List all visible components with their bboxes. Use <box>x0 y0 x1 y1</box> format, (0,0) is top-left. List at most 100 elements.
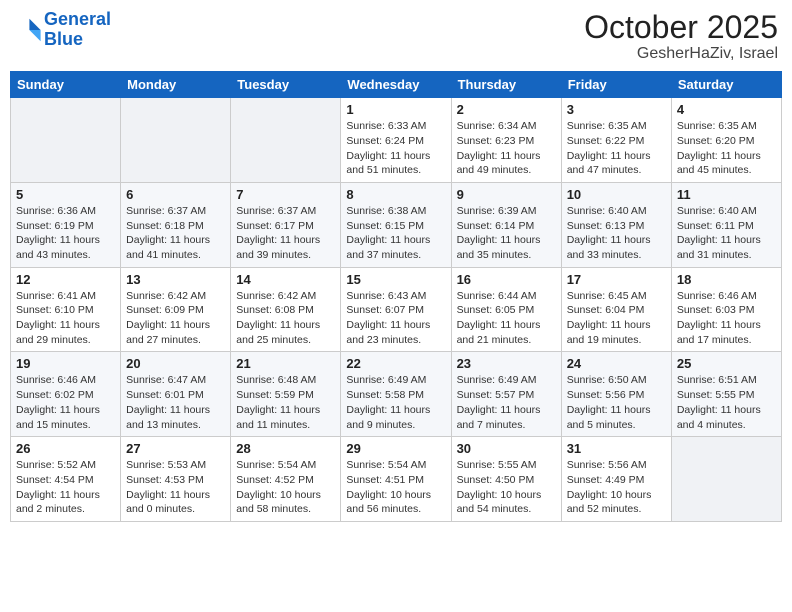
calendar-cell: 7 Sunrise: 6:37 AM Sunset: 6:17 PM Daylig… <box>231 182 341 267</box>
day-number: 5 <box>16 187 115 202</box>
calendar-cell: 14 Sunrise: 6:42 AM Sunset: 6:08 PM Dayli… <box>231 267 341 352</box>
calendar-week-row: 12 Sunrise: 6:41 AM Sunset: 6:10 PM Dayli… <box>11 267 782 352</box>
day-info: Sunrise: 6:40 AM Sunset: 6:11 PM Dayligh… <box>677 204 776 263</box>
day-number: 1 <box>346 102 445 117</box>
calendar-cell: 31 Sunrise: 5:56 AM Sunset: 4:49 PM Dayli… <box>561 437 671 522</box>
calendar-cell: 12 Sunrise: 6:41 AM Sunset: 6:10 PM Dayli… <box>11 267 121 352</box>
calendar-cell: 20 Sunrise: 6:47 AM Sunset: 6:01 PM Dayli… <box>121 352 231 437</box>
day-info: Sunrise: 5:53 AM Sunset: 4:53 PM Dayligh… <box>126 458 225 517</box>
page-header: General Blue October 2025 GesherHaZiv, I… <box>10 10 782 63</box>
day-number: 4 <box>677 102 776 117</box>
day-info: Sunrise: 5:52 AM Sunset: 4:54 PM Dayligh… <box>16 458 115 517</box>
day-info: Sunrise: 6:51 AM Sunset: 5:55 PM Dayligh… <box>677 373 776 432</box>
day-info: Sunrise: 6:40 AM Sunset: 6:13 PM Dayligh… <box>567 204 666 263</box>
day-info: Sunrise: 6:42 AM Sunset: 6:09 PM Dayligh… <box>126 289 225 348</box>
calendar-week-row: 1 Sunrise: 6:33 AM Sunset: 6:24 PM Daylig… <box>11 98 782 183</box>
calendar-cell: 18 Sunrise: 6:46 AM Sunset: 6:03 PM Dayli… <box>671 267 781 352</box>
day-info: Sunrise: 6:34 AM Sunset: 6:23 PM Dayligh… <box>457 119 556 178</box>
day-number: 23 <box>457 356 556 371</box>
day-number: 21 <box>236 356 335 371</box>
day-info: Sunrise: 6:45 AM Sunset: 6:04 PM Dayligh… <box>567 289 666 348</box>
calendar-cell: 23 Sunrise: 6:49 AM Sunset: 5:57 PM Dayli… <box>451 352 561 437</box>
calendar-cell: 28 Sunrise: 5:54 AM Sunset: 4:52 PM Dayli… <box>231 437 341 522</box>
day-number: 7 <box>236 187 335 202</box>
logo-line2: Blue <box>44 29 83 49</box>
calendar-cell: 24Sunrise: 6:50 AM Sunset: 5:56 PM Dayli… <box>561 352 671 437</box>
day-info: Sunrise: 5:54 AM Sunset: 4:52 PM Dayligh… <box>236 458 335 517</box>
day-number: 20 <box>126 356 225 371</box>
location-title: GesherHaZiv, Israel <box>584 45 778 63</box>
day-number: 8 <box>346 187 445 202</box>
day-info: Sunrise: 6:46 AM Sunset: 6:03 PM Dayligh… <box>677 289 776 348</box>
logo-icon <box>14 16 42 44</box>
calendar-cell: 4Sunrise: 6:35 AM Sunset: 6:20 PM Daylig… <box>671 98 781 183</box>
weekday-header: Sunday <box>11 72 121 98</box>
calendar-week-row: 5Sunrise: 6:36 AM Sunset: 6:19 PM Daylig… <box>11 182 782 267</box>
calendar-cell: 10 Sunrise: 6:40 AM Sunset: 6:13 PM Dayli… <box>561 182 671 267</box>
month-title: October 2025 <box>584 10 778 45</box>
day-number: 14 <box>236 272 335 287</box>
weekday-header: Friday <box>561 72 671 98</box>
calendar-cell: 22Sunrise: 6:49 AM Sunset: 5:58 PM Dayli… <box>341 352 451 437</box>
day-info: Sunrise: 6:44 AM Sunset: 6:05 PM Dayligh… <box>457 289 556 348</box>
day-info: Sunrise: 6:41 AM Sunset: 6:10 PM Dayligh… <box>16 289 115 348</box>
calendar-cell: 5Sunrise: 6:36 AM Sunset: 6:19 PM Daylig… <box>11 182 121 267</box>
day-number: 29 <box>346 441 445 456</box>
day-number: 18 <box>677 272 776 287</box>
weekday-header: Thursday <box>451 72 561 98</box>
calendar-cell: 27 Sunrise: 5:53 AM Sunset: 4:53 PM Dayli… <box>121 437 231 522</box>
day-number: 30 <box>457 441 556 456</box>
calendar-cell: 25 Sunrise: 6:51 AM Sunset: 5:55 PM Dayli… <box>671 352 781 437</box>
calendar-cell: 8 Sunrise: 6:38 AM Sunset: 6:15 PM Daylig… <box>341 182 451 267</box>
calendar-cell: 2 Sunrise: 6:34 AM Sunset: 6:23 PM Daylig… <box>451 98 561 183</box>
day-number: 27 <box>126 441 225 456</box>
day-info: Sunrise: 6:38 AM Sunset: 6:15 PM Dayligh… <box>346 204 445 263</box>
day-number: 11 <box>677 187 776 202</box>
logo: General Blue <box>14 10 111 50</box>
calendar-cell: 15Sunrise: 6:43 AM Sunset: 6:07 PM Dayli… <box>341 267 451 352</box>
day-info: Sunrise: 6:33 AM Sunset: 6:24 PM Dayligh… <box>346 119 445 178</box>
day-info: Sunrise: 6:37 AM Sunset: 6:17 PM Dayligh… <box>236 204 335 263</box>
day-number: 12 <box>16 272 115 287</box>
calendar-cell <box>231 98 341 183</box>
day-info: Sunrise: 6:49 AM Sunset: 5:57 PM Dayligh… <box>457 373 556 432</box>
day-number: 3 <box>567 102 666 117</box>
logo-line1: General <box>44 9 111 29</box>
weekday-header: Wednesday <box>341 72 451 98</box>
day-number: 9 <box>457 187 556 202</box>
day-number: 31 <box>567 441 666 456</box>
calendar-week-row: 19 Sunrise: 6:46 AM Sunset: 6:02 PM Dayli… <box>11 352 782 437</box>
calendar-cell: 19 Sunrise: 6:46 AM Sunset: 6:02 PM Dayli… <box>11 352 121 437</box>
day-info: Sunrise: 6:48 AM Sunset: 5:59 PM Dayligh… <box>236 373 335 432</box>
day-number: 16 <box>457 272 556 287</box>
day-info: Sunrise: 6:35 AM Sunset: 6:22 PM Dayligh… <box>567 119 666 178</box>
calendar-cell: 11 Sunrise: 6:40 AM Sunset: 6:11 PM Dayli… <box>671 182 781 267</box>
calendar-cell: 6Sunrise: 6:37 AM Sunset: 6:18 PM Daylig… <box>121 182 231 267</box>
day-number: 10 <box>567 187 666 202</box>
day-number: 13 <box>126 272 225 287</box>
calendar-cell <box>11 98 121 183</box>
logo-text: General Blue <box>44 10 111 50</box>
day-number: 19 <box>16 356 115 371</box>
day-info: Sunrise: 6:42 AM Sunset: 6:08 PM Dayligh… <box>236 289 335 348</box>
day-number: 17 <box>567 272 666 287</box>
weekday-header: Saturday <box>671 72 781 98</box>
day-number: 22 <box>346 356 445 371</box>
calendar-header-row: SundayMondayTuesdayWednesdayThursdayFrid… <box>11 72 782 98</box>
calendar-week-row: 26 Sunrise: 5:52 AM Sunset: 4:54 PM Dayli… <box>11 437 782 522</box>
day-info: Sunrise: 6:46 AM Sunset: 6:02 PM Dayligh… <box>16 373 115 432</box>
calendar-cell: 13 Sunrise: 6:42 AM Sunset: 6:09 PM Dayli… <box>121 267 231 352</box>
calendar-cell: 1 Sunrise: 6:33 AM Sunset: 6:24 PM Daylig… <box>341 98 451 183</box>
day-number: 2 <box>457 102 556 117</box>
day-info: Sunrise: 5:54 AM Sunset: 4:51 PM Dayligh… <box>346 458 445 517</box>
day-info: Sunrise: 5:56 AM Sunset: 4:49 PM Dayligh… <box>567 458 666 517</box>
calendar-cell <box>671 437 781 522</box>
calendar-cell: 9Sunrise: 6:39 AM Sunset: 6:14 PM Daylig… <box>451 182 561 267</box>
title-block: October 2025 GesherHaZiv, Israel <box>584 10 778 63</box>
day-number: 6 <box>126 187 225 202</box>
calendar-cell: 16 Sunrise: 6:44 AM Sunset: 6:05 PM Dayli… <box>451 267 561 352</box>
day-number: 25 <box>677 356 776 371</box>
day-info: Sunrise: 6:47 AM Sunset: 6:01 PM Dayligh… <box>126 373 225 432</box>
day-number: 26 <box>16 441 115 456</box>
day-number: 28 <box>236 441 335 456</box>
